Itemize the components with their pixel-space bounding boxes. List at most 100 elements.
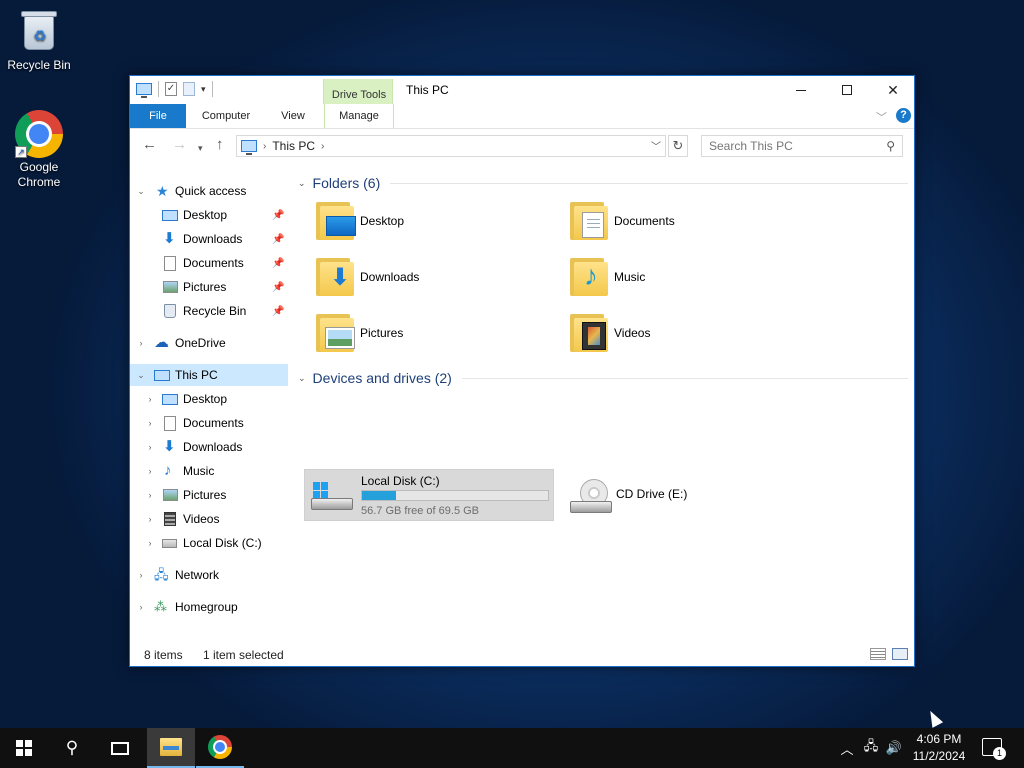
- chevron-down-icon[interactable]: ⌄: [298, 373, 306, 384]
- search-input[interactable]: [702, 136, 872, 156]
- folder-documents[interactable]: Documents: [558, 196, 808, 248]
- drive-local-disk-c[interactable]: Local Disk (C:) 56.7 GB free of 69.5 GB: [304, 469, 554, 521]
- chevron-right-icon[interactable]: ›: [145, 466, 155, 476]
- nav-pc-downloads[interactable]: › ⬇ Downloads: [130, 436, 288, 458]
- nav-pc-local-disk[interactable]: › Local Disk (C:): [130, 532, 288, 554]
- item-count: 8 items: [144, 648, 183, 662]
- network-tray-button[interactable]: 🖧: [860, 728, 882, 768]
- notification-count: 1: [993, 747, 1006, 760]
- nav-quick-pictures[interactable]: Pictures 📌: [130, 276, 288, 298]
- nav-pc-desktop[interactable]: › Desktop: [130, 388, 288, 410]
- devices-group-header[interactable]: ⌄ Devices and drives (2): [298, 368, 452, 388]
- chevron-right-icon[interactable]: ›: [145, 418, 155, 428]
- nav-quick-downloads[interactable]: ⬇ Downloads 📌: [130, 228, 288, 250]
- tab-computer[interactable]: Computer: [192, 104, 260, 128]
- task-view-button[interactable]: [96, 728, 144, 768]
- nav-homegroup[interactable]: › ⁂ Homegroup: [130, 596, 288, 618]
- folder-desktop[interactable]: Desktop: [304, 196, 554, 248]
- drive-name: Local Disk (C:): [361, 474, 440, 488]
- start-button[interactable]: [0, 728, 48, 768]
- address-dropdown-icon[interactable]: ﹀: [651, 138, 661, 153]
- desktop-google-chrome[interactable]: ↗ Google Chrome: [1, 110, 77, 190]
- chevron-down-icon[interactable]: ⌄: [298, 178, 306, 189]
- search-box[interactable]: ⚲: [701, 135, 903, 157]
- nav-network[interactable]: › 🖧 Network: [130, 564, 288, 586]
- show-hidden-icons-button[interactable]: ︿: [838, 728, 856, 768]
- chevron-right-icon[interactable]: ›: [145, 442, 155, 452]
- nav-quick-recycle-bin[interactable]: Recycle Bin 📌: [130, 300, 288, 322]
- back-button[interactable]: ←: [142, 137, 157, 153]
- nav-quick-desktop[interactable]: Desktop 📌: [130, 204, 288, 226]
- up-button[interactable]: ↑: [216, 137, 224, 153]
- breadcrumb-this-pc[interactable]: This PC: [272, 139, 315, 153]
- recent-locations-button[interactable]: ▾: [198, 140, 203, 156]
- expand-ribbon-icon[interactable]: ﹀: [876, 109, 887, 125]
- chrome-icon: [208, 735, 232, 759]
- chevron-right-icon[interactable]: ›: [263, 141, 266, 152]
- chevron-down-icon[interactable]: ⌄: [136, 370, 146, 381]
- properties-icon[interactable]: ✓: [165, 82, 177, 96]
- nav-pc-pictures[interactable]: › Pictures: [130, 484, 288, 506]
- tab-manage[interactable]: Manage: [324, 104, 394, 128]
- downloads-folder-icon: ⬇: [316, 256, 356, 296]
- pin-icon[interactable]: 📌: [272, 306, 284, 317]
- nav-pc-music[interactable]: › ♪ Music: [130, 460, 288, 482]
- nav-quick-access[interactable]: ⌄ ★ Quick access: [130, 180, 288, 202]
- desktop-recycle-bin[interactable]: ♻ Recycle Bin: [1, 8, 77, 73]
- chevron-right-icon[interactable]: ›: [136, 570, 146, 580]
- maximize-icon: [842, 85, 852, 95]
- nav-label: Documents: [183, 416, 244, 430]
- status-bar: 8 items 1 item selected: [130, 644, 914, 666]
- pictures-icon: [163, 489, 178, 501]
- folder-pictures[interactable]: Pictures: [304, 308, 554, 360]
- folder-music[interactable]: ♪ Music: [558, 252, 808, 304]
- chrome-icon: ↗: [15, 110, 63, 158]
- desktop-icon: [162, 210, 178, 221]
- tab-file[interactable]: File: [130, 104, 186, 128]
- refresh-button[interactable]: ↻: [668, 135, 688, 157]
- clock[interactable]: 4:06 PM 11/2/2024: [906, 731, 972, 765]
- large-icons-view-button[interactable]: [892, 648, 908, 660]
- new-folder-icon[interactable]: [183, 82, 195, 96]
- customize-toolbar-icon[interactable]: ▾: [201, 84, 206, 95]
- tab-view[interactable]: View: [268, 104, 318, 128]
- chevron-right-icon[interactable]: ›: [136, 338, 146, 348]
- taskbar-file-explorer[interactable]: [147, 728, 195, 768]
- pin-icon[interactable]: 📌: [272, 258, 284, 269]
- pin-icon[interactable]: 📌: [272, 282, 284, 293]
- title-bar[interactable]: ✓ ▾ Drive Tools This PC ✕: [130, 76, 916, 129]
- search-icon[interactable]: ⚲: [886, 139, 895, 153]
- action-center-button[interactable]: 1: [982, 738, 1006, 760]
- chevron-right-icon[interactable]: ›: [145, 514, 155, 524]
- chevron-down-icon[interactable]: ⌄: [136, 186, 146, 197]
- folder-downloads[interactable]: ⬇ Downloads: [304, 252, 554, 304]
- search-button[interactable]: ⚲: [48, 728, 96, 768]
- chevron-right-icon[interactable]: ›: [321, 141, 324, 152]
- nav-onedrive[interactable]: › ☁ OneDrive: [130, 332, 288, 354]
- maximize-button[interactable]: [824, 76, 870, 104]
- pin-icon[interactable]: 📌: [272, 210, 284, 221]
- forward-button[interactable]: →: [172, 137, 187, 153]
- nav-this-pc[interactable]: ⌄ This PC: [130, 364, 288, 386]
- minimize-button[interactable]: [778, 76, 824, 104]
- taskbar-chrome[interactable]: [196, 728, 244, 768]
- folders-group-header[interactable]: ⌄ Folders (6): [298, 173, 380, 193]
- pin-icon[interactable]: 📌: [272, 234, 284, 245]
- folder-videos[interactable]: Videos: [558, 308, 808, 360]
- close-button[interactable]: ✕: [870, 76, 916, 104]
- chevron-right-icon[interactable]: ›: [136, 602, 146, 612]
- details-view-button[interactable]: [870, 648, 886, 660]
- nav-quick-documents[interactable]: Documents 📌: [130, 252, 288, 274]
- help-icon[interactable]: ?: [896, 108, 911, 123]
- taskbar: ⚲ ︿ 🖧 🔊 4:06 PM 11/2/2024 1: [0, 728, 1024, 768]
- cd-drive-icon: [566, 475, 612, 513]
- nav-pc-documents[interactable]: › Documents: [130, 412, 288, 434]
- recycle-bin-icon: [164, 304, 176, 318]
- chevron-right-icon[interactable]: ›: [145, 538, 155, 548]
- chevron-right-icon[interactable]: ›: [145, 490, 155, 500]
- volume-tray-button[interactable]: 🔊: [884, 728, 904, 768]
- chevron-right-icon[interactable]: ›: [145, 394, 155, 404]
- drive-cd-e[interactable]: CD Drive (E:): [560, 469, 810, 521]
- address-bar[interactable]: › This PC › ﹀: [236, 135, 666, 157]
- nav-pc-videos[interactable]: › Videos: [130, 508, 288, 530]
